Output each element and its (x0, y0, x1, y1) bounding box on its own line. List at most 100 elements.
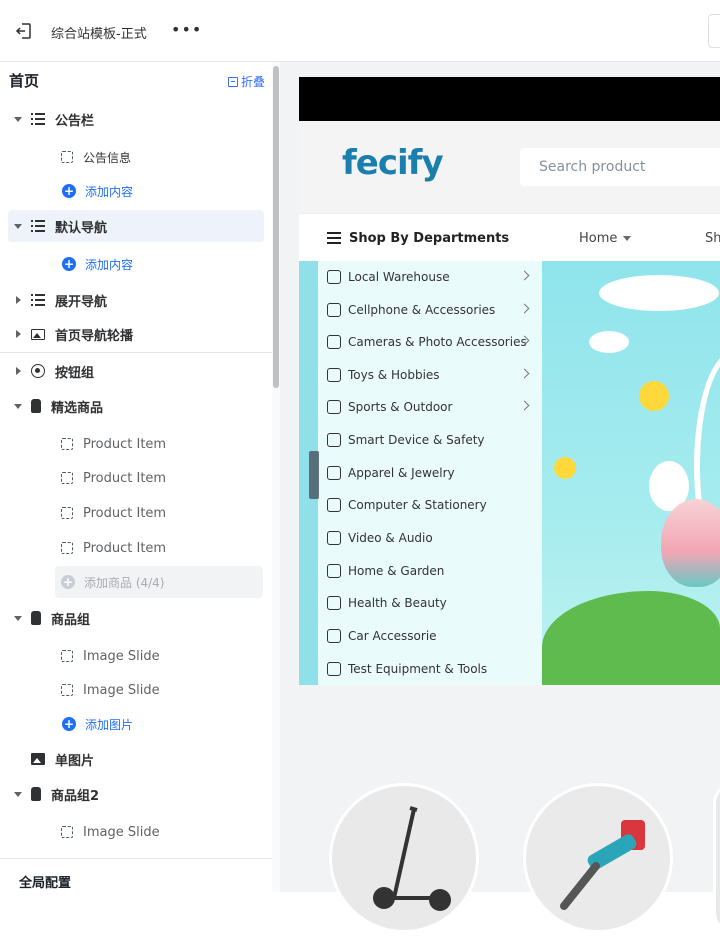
tree-label: Product Item (83, 470, 167, 486)
tree-leaf-announcement-info[interactable]: 公告信息 (8, 141, 264, 173)
monitor-icon (327, 498, 341, 512)
flower-icon (639, 381, 669, 411)
caret-down-icon[interactable] (14, 791, 22, 797)
caret-down-icon[interactable] (14, 615, 22, 621)
caret-down-icon[interactable] (14, 116, 22, 122)
dept-item[interactable]: Health & Beauty (318, 587, 542, 619)
nav-home-label: Home (579, 231, 618, 246)
add-content-button[interactable]: + 添加内容 (8, 175, 264, 207)
store-page: fecify Search product Shop By Department… (299, 121, 720, 933)
tree-node-product-group[interactable]: 商品组 (8, 602, 264, 634)
frame-icon (61, 650, 73, 662)
tree-label: 按钮组 (55, 365, 95, 381)
tree-label: 公告信息 (83, 150, 132, 165)
caret-right-icon[interactable] (16, 367, 21, 375)
dept-item[interactable]: Local Warehouse (318, 261, 542, 293)
hero-banner[interactable]: Local Warehouse Cellphone & Accessories … (299, 261, 720, 685)
factory-icon (327, 662, 341, 676)
list-icon (31, 293, 45, 307)
store-header: fecify Search product (299, 121, 720, 213)
add-label: 添加商品 (4/4) (84, 575, 165, 590)
caret-down-icon[interactable] (14, 223, 22, 229)
product-scooter-image[interactable] (329, 783, 479, 933)
tree-label: 展开导航 (55, 294, 108, 310)
dept-item[interactable]: Apparel & Jewelry (318, 457, 542, 489)
dept-item[interactable]: Test Equipment & Tools (318, 653, 542, 685)
plus-circle-icon: + (62, 184, 76, 198)
tree-node-single-image[interactable]: 单图片 (8, 743, 264, 775)
nav-home[interactable]: Home (579, 231, 632, 246)
tree-label: Image Slide (83, 824, 160, 840)
dept-label: Apparel & Jewelry (348, 466, 455, 480)
tree-label: 默认导航 (55, 220, 108, 236)
target-icon (31, 364, 45, 378)
dept-item[interactable]: Cellphone & Accessories (318, 294, 542, 326)
tree-label: 精选商品 (51, 400, 104, 416)
shop-by-departments[interactable]: Shop By Departments (349, 231, 509, 246)
tree-label: 首页导航轮播 (55, 328, 134, 344)
caret-right-icon[interactable] (16, 330, 21, 338)
tree-node-default-nav[interactable]: 默认导航 (8, 210, 264, 242)
plus-circle-icon: + (62, 717, 76, 731)
product-circle-partial[interactable] (713, 783, 720, 933)
dept-item[interactable]: Smart Device & Safety (318, 424, 542, 456)
product-chainsaw-image[interactable] (523, 783, 673, 933)
caret-right-icon[interactable] (16, 296, 21, 304)
chevron-down-icon (623, 236, 632, 241)
dept-item[interactable]: Cameras & Photo Accessories (318, 326, 542, 358)
tree-leaf-image-slide[interactable]: Image Slide (8, 816, 264, 848)
caret-down-icon[interactable] (14, 403, 22, 409)
chainsaw-icon (560, 820, 645, 910)
add-content-button[interactable]: + 添加内容 (8, 248, 264, 280)
add-label: 添加内容 (85, 257, 134, 272)
list-icon (31, 219, 45, 233)
tree-leaf-product-item[interactable]: Product Item (8, 428, 264, 460)
dept-item[interactable]: Toys & Hobbies (318, 359, 542, 391)
toolbar-select[interactable] (708, 14, 720, 48)
tree-leaf-image-slide[interactable]: Image Slide (8, 640, 264, 672)
tree-leaf-product-item[interactable]: Product Item (8, 462, 264, 494)
frame-icon (61, 826, 73, 838)
search-input[interactable]: Search product (520, 148, 720, 186)
phone-icon (327, 303, 341, 317)
carousel-prev-handle[interactable] (309, 451, 319, 499)
global-config-link[interactable]: 全局配置 (19, 872, 71, 891)
dept-label: Video & Audio (348, 531, 433, 545)
scrollbar-thumb[interactable] (273, 66, 279, 388)
tree-leaf-product-item[interactable]: Product Item (8, 497, 264, 529)
dept-item[interactable]: Car Accessorie (318, 620, 542, 652)
dept-item[interactable]: Home & Garden (318, 555, 542, 587)
nav-shop[interactable]: Sh (705, 231, 720, 246)
dept-label: Toys & Hobbies (348, 368, 440, 382)
dept-item[interactable]: Computer & Stationery (318, 489, 542, 521)
dept-item[interactable]: Video & Audio (318, 522, 542, 554)
frame-icon (61, 151, 73, 163)
store-logo[interactable]: fecify (342, 143, 444, 183)
menu-icon[interactable] (327, 232, 341, 234)
tree-node-expand-nav[interactable]: 展开导航 (8, 284, 264, 316)
tree-node-home-carousel[interactable]: 首页导航轮播 (8, 318, 264, 350)
add-image-button[interactable]: + 添加图片 (8, 708, 264, 740)
page-title: 首页 (9, 72, 40, 90)
exit-icon[interactable] (14, 21, 34, 41)
frame-icon (61, 438, 73, 450)
tree-node-featured-products[interactable]: 精选商品 (8, 390, 264, 422)
tree-leaf-product-item[interactable]: Product Item (8, 532, 264, 564)
more-options-icon[interactable]: ••• (171, 20, 202, 39)
plus-circle-icon: + (62, 257, 76, 271)
announcement-bar[interactable] (299, 77, 720, 121)
home-icon (327, 564, 341, 578)
cloud (589, 331, 629, 353)
leaf-icon (327, 596, 341, 610)
tree-node-announcement[interactable]: 公告栏 (8, 103, 264, 135)
bottle-icon (31, 787, 41, 801)
bottle-icon (31, 611, 41, 625)
car-icon (327, 629, 341, 643)
chevron-right-icon (519, 368, 530, 379)
dept-label: Test Equipment & Tools (348, 662, 488, 676)
tree-node-product-group-2[interactable]: 商品组2 (8, 778, 264, 810)
dept-item[interactable]: Sports & Outdoor (318, 391, 542, 423)
collapse-button[interactable]: 折叠 (228, 73, 265, 90)
tree-node-button-group[interactable]: 按钮组 (8, 355, 264, 387)
tree-leaf-image-slide[interactable]: Image Slide (8, 674, 264, 706)
